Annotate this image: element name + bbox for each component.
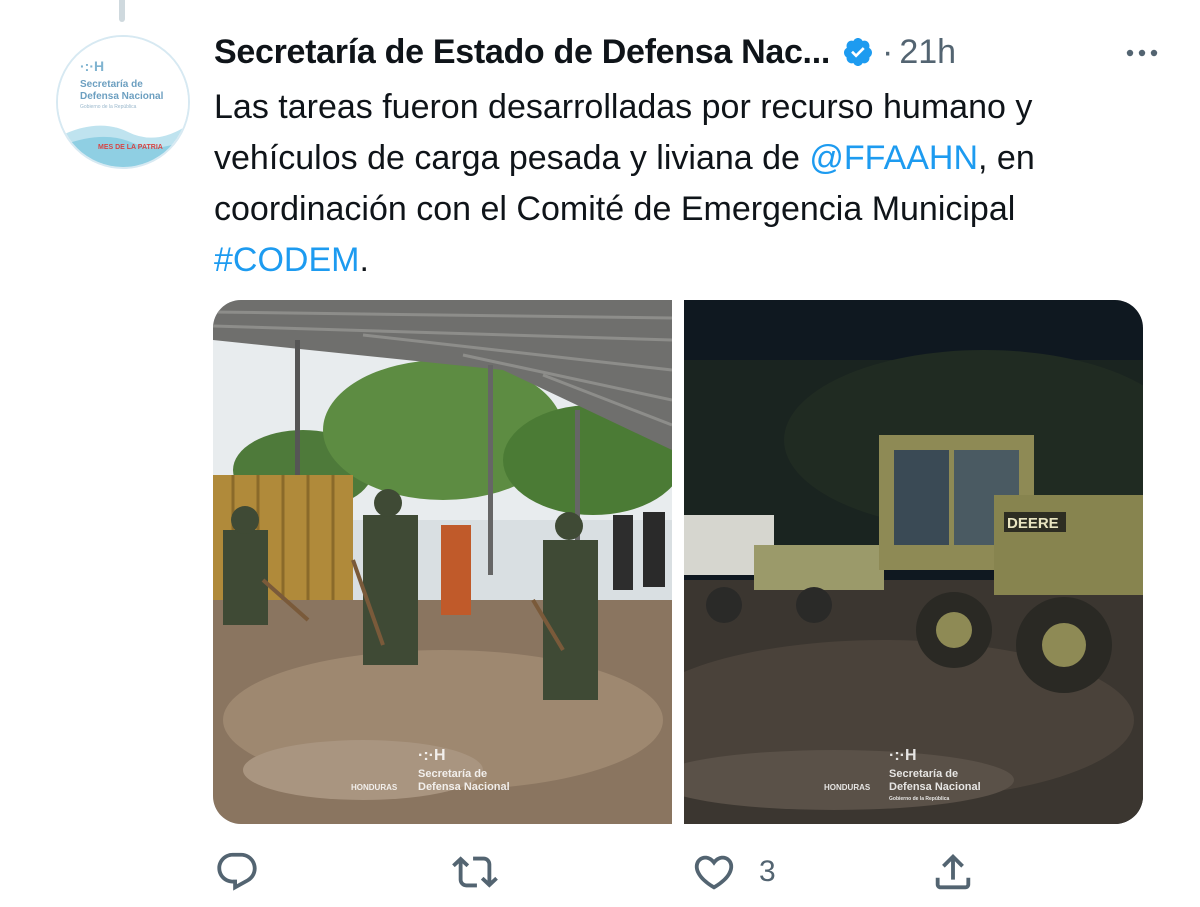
- tweet-header: Secretaría de Estado de Defensa Nac... ·…: [214, 26, 1174, 78]
- retweet-icon: [452, 856, 498, 888]
- svg-text:Secretaría de: Secretaría de: [418, 768, 487, 780]
- retweet-button[interactable]: [452, 848, 520, 896]
- author-name[interactable]: Secretaría de Estado de Defensa Nac...: [214, 33, 830, 72]
- thread-connector-line: [119, 0, 125, 22]
- svg-text:DEERE: DEERE: [1007, 515, 1059, 532]
- svg-text:·:·H: ·:·H: [889, 747, 917, 764]
- reply-button[interactable]: [214, 848, 282, 896]
- share-icon: [935, 853, 971, 890]
- svg-text:Defensa Nacional: Defensa Nacional: [889, 781, 981, 793]
- svg-text:Gobierno de la República: Gobierno de la República: [80, 104, 137, 110]
- svg-text:Defensa Nacional: Defensa Nacional: [80, 91, 164, 102]
- like-count: 3: [759, 855, 776, 888]
- photo-motor-grader-night[interactable]: DEERE HONDURAS ·:·H Secretaría de Defens…: [684, 300, 1143, 824]
- svg-text:HONDURAS: HONDURAS: [824, 783, 871, 792]
- svg-text:HONDURAS: HONDURAS: [351, 783, 398, 792]
- share-button[interactable]: [930, 848, 998, 896]
- verified-badge-icon: [842, 36, 874, 68]
- svg-text:Secretaría de: Secretaría de: [889, 768, 958, 780]
- more-options-icon[interactable]: [1122, 38, 1162, 68]
- reply-icon: [217, 852, 257, 891]
- svg-text:Gobierno de la República: Gobierno de la República: [889, 796, 950, 802]
- mention-link[interactable]: @FFAAHN: [809, 139, 978, 177]
- tweet-text-part: .: [359, 241, 369, 279]
- tweet-text: Las tareas fueron desarrolladas por recu…: [214, 82, 1154, 286]
- hashtag-link[interactable]: #CODEM: [214, 241, 359, 279]
- svg-text:·:·H: ·:·H: [80, 58, 104, 74]
- timestamp[interactable]: 21h: [899, 33, 956, 72]
- svg-text:Defensa Nacional: Defensa Nacional: [418, 781, 510, 793]
- avatar[interactable]: ·:·H Secretaría de Defensa Nacional Gobi…: [56, 35, 190, 169]
- tweet-actions: 3: [214, 840, 994, 904]
- header-separator: ·: [882, 32, 894, 71]
- svg-text:Secretaría de: Secretaría de: [80, 79, 143, 90]
- photo-soldiers-cleaning-mud[interactable]: HONDURAS ·:·H Secretaría de Defensa Naci…: [213, 300, 672, 824]
- heart-icon: [694, 855, 734, 890]
- svg-text:·:·H: ·:·H: [418, 747, 446, 764]
- media-grid: HONDURAS ·:·H Secretaría de Defensa Naci…: [213, 300, 1143, 824]
- svg-text:MES DE LA PATRIA: MES DE LA PATRIA: [98, 144, 163, 151]
- like-button[interactable]: 3: [691, 848, 776, 896]
